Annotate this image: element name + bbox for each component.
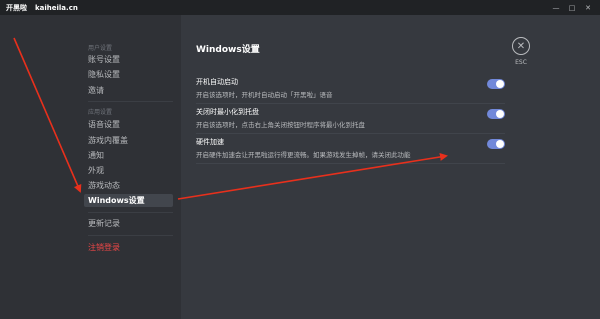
setting-description: 开启该选项时，点击右上角关闭按钮时程序将最小化到托盘 — [196, 121, 365, 129]
sidebar-item-notifications[interactable]: 通知 — [84, 149, 173, 162]
app-name: 开黑啦 — [6, 3, 27, 12]
toggle-knob — [496, 80, 504, 88]
app-url: kaiheila.cn — [35, 3, 78, 12]
minimize-tray-toggle[interactable] — [487, 109, 505, 119]
maximize-icon[interactable]: □ — [564, 0, 580, 15]
autostart-toggle[interactable] — [487, 79, 505, 89]
setting-description: 开启硬件加速会让开黑啦运行得更流畅。如果游戏发生掉帧，请关闭此功能 — [196, 151, 411, 159]
sidebar-item-account[interactable]: 账号设置 — [84, 53, 173, 66]
minimize-icon[interactable]: — — [548, 0, 564, 15]
setting-minimize-tray: 关闭时最小化到托盘 开启该选项时，点击右上角关闭按钮时程序将最小化到托盘 — [196, 107, 505, 129]
toggle-knob — [496, 140, 504, 148]
sidebar-item-invite[interactable]: 邀请 — [84, 84, 173, 97]
hardware-acceleration-toggle[interactable] — [487, 139, 505, 149]
sidebar-divider — [88, 212, 173, 213]
sidebar-item-voice[interactable]: 语音设置 — [84, 118, 173, 131]
sidebar-divider — [88, 101, 173, 102]
setting-divider — [196, 103, 505, 104]
user-settings-header: 用户设置 — [88, 45, 113, 52]
setting-divider — [196, 163, 505, 164]
close-icon[interactable]: ✕ — [580, 0, 596, 15]
settings-sidebar: 用户设置 账号设置 隐私设置 邀请 应用设置 语音设置 游戏内覆盖 通知 外观 … — [0, 15, 181, 319]
app-settings-header: 应用设置 — [88, 109, 113, 116]
toggle-knob — [496, 110, 504, 118]
close-icon[interactable]: ✕ — [512, 37, 530, 55]
sidebar-item-appearance[interactable]: 外观 — [84, 164, 173, 177]
sidebar-item-privacy[interactable]: 隐私设置 — [84, 68, 173, 81]
esc-label: ESC — [515, 59, 527, 66]
sidebar-item-game-activity[interactable]: 游戏动态 — [84, 179, 173, 192]
setting-title: 开机自动启动 — [196, 78, 238, 86]
sidebar-divider — [88, 235, 173, 236]
sidebar-item-changelog[interactable]: 更新记录 — [84, 217, 173, 230]
page-title: Windows设置 — [196, 45, 260, 55]
title-bar: 开黑啦 kaiheila.cn — □ ✕ — [0, 0, 600, 15]
setting-title: 硬件加速 — [196, 138, 224, 146]
setting-autostart: 开机自动启动 开启该选项时，开机时自动启动「开黑啦」语音 — [196, 77, 505, 99]
setting-description: 开启该选项时，开机时自动启动「开黑啦」语音 — [196, 91, 333, 99]
setting-hardware-acceleration: 硬件加速 开启硬件加速会让开黑啦运行得更流畅。如果游戏发生掉帧，请关闭此功能 — [196, 137, 505, 159]
esc-button[interactable]: ✕ ESC — [509, 37, 533, 66]
setting-divider — [196, 133, 505, 134]
setting-title: 关闭时最小化到托盘 — [196, 108, 259, 116]
sidebar-item-logout[interactable]: 注销登录 — [84, 241, 173, 254]
sidebar-item-windows[interactable]: Windows设置 — [84, 194, 173, 207]
window-controls: — □ ✕ — [548, 0, 596, 15]
sidebar-item-overlay[interactable]: 游戏内覆盖 — [84, 134, 173, 147]
settings-content: Windows设置 ✕ ESC 开机自动启动 开启该选项时，开机时自动启动「开黑… — [181, 15, 600, 319]
